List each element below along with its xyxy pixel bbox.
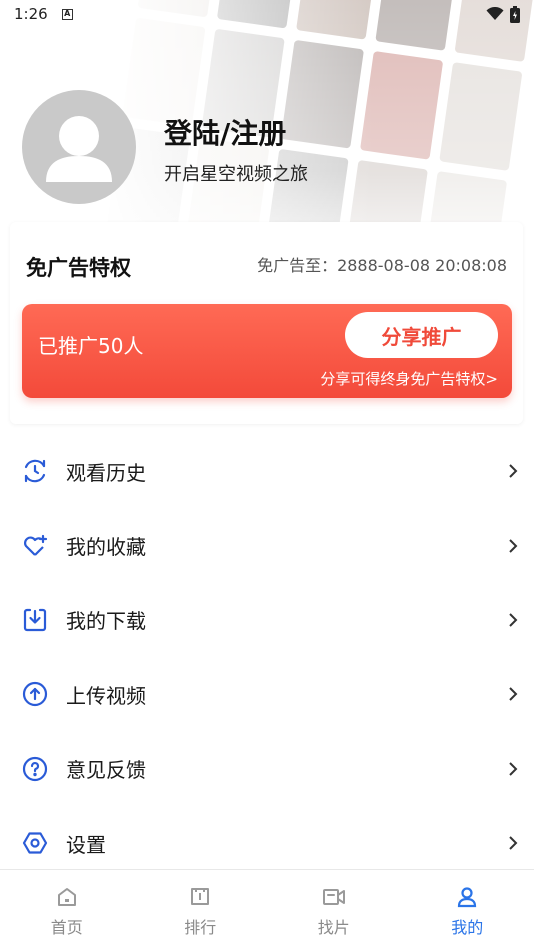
promoted-count: 已推广50人 [38,334,144,358]
chevron-right-icon [509,836,518,850]
wifi-icon [486,7,504,20]
user-icon [458,887,477,908]
upload-icon [22,681,48,707]
ad-free-expire: 免广告至：2888-08-08 20:08:08 [257,256,507,275]
menu-item-upload[interactable]: 上传视频 [0,657,534,731]
login-register-link[interactable]: 登陆/注册 [164,112,286,152]
share-promote-button[interactable]: 分享推广 [345,312,498,358]
menu-list: 观看历史 我的收藏 我的下载 上传视频 意见反馈 设置 [0,434,534,880]
chevron-right-icon [509,613,518,627]
menu-item-favorites[interactable]: 我的收藏 [0,508,534,582]
notification-icon: A [61,8,73,20]
feedback-question-icon [22,756,48,782]
share-hint-link[interactable]: 分享可得终身免广告特权> [320,368,498,389]
history-icon [22,458,48,484]
menu-item-downloads[interactable]: 我的下载 [0,583,534,657]
favorite-heart-icon [22,533,48,559]
menu-label: 上传视频 [66,683,146,708]
bottom-nav: 首页 排行 找片 我的 [0,869,534,950]
menu-label: 我的下载 [66,609,146,634]
download-icon [22,607,48,633]
status-bar: 1:26 A [0,0,534,28]
ad-free-title: 免广告特权 [26,256,131,280]
tab-label: 首页 [50,918,83,937]
avatar[interactable] [22,90,136,204]
tab-label: 找片 [317,918,350,937]
promotion-banner: 已推广50人 分享推广 分享可得终身免广告特权> [22,304,512,398]
tab-label: 我的 [451,918,484,937]
chevron-right-icon [509,538,518,553]
settings-icon [22,830,48,856]
menu-label: 我的收藏 [66,535,146,560]
login-subtitle: 开启星空视频之旅 [164,164,308,185]
menu-label: 设置 [66,832,106,857]
tab-home[interactable]: 首页 [0,870,134,950]
chevron-right-icon [509,762,518,776]
menu-label: 意见反馈 [66,758,146,783]
chevron-right-icon [509,687,518,702]
tab-label: 排行 [184,918,217,937]
menu-item-history[interactable]: 观看历史 [0,434,534,508]
menu-item-feedback[interactable]: 意见反馈 [0,732,534,806]
ad-free-card: 免广告特权 免广告至：2888-08-08 20:08:08 已推广50人 分享… [10,222,523,424]
home-icon [57,888,76,906]
ranking-icon [191,888,210,905]
menu-label: 观看历史 [66,460,146,485]
status-time: 1:26 [14,5,48,23]
user-placeholder-icon [46,116,112,182]
tab-ranking[interactable]: 排行 [134,870,268,950]
battery-icon [510,5,520,23]
tab-mine[interactable]: 我的 [401,870,534,950]
chevron-right-icon [509,464,518,478]
profile-page: 1:26 A 登陆/注册 开启星空视频之旅 免广告特权 免广告至：2888-08… [0,0,534,950]
tab-discover[interactable]: 找片 [267,870,401,950]
video-camera-icon [322,889,345,905]
